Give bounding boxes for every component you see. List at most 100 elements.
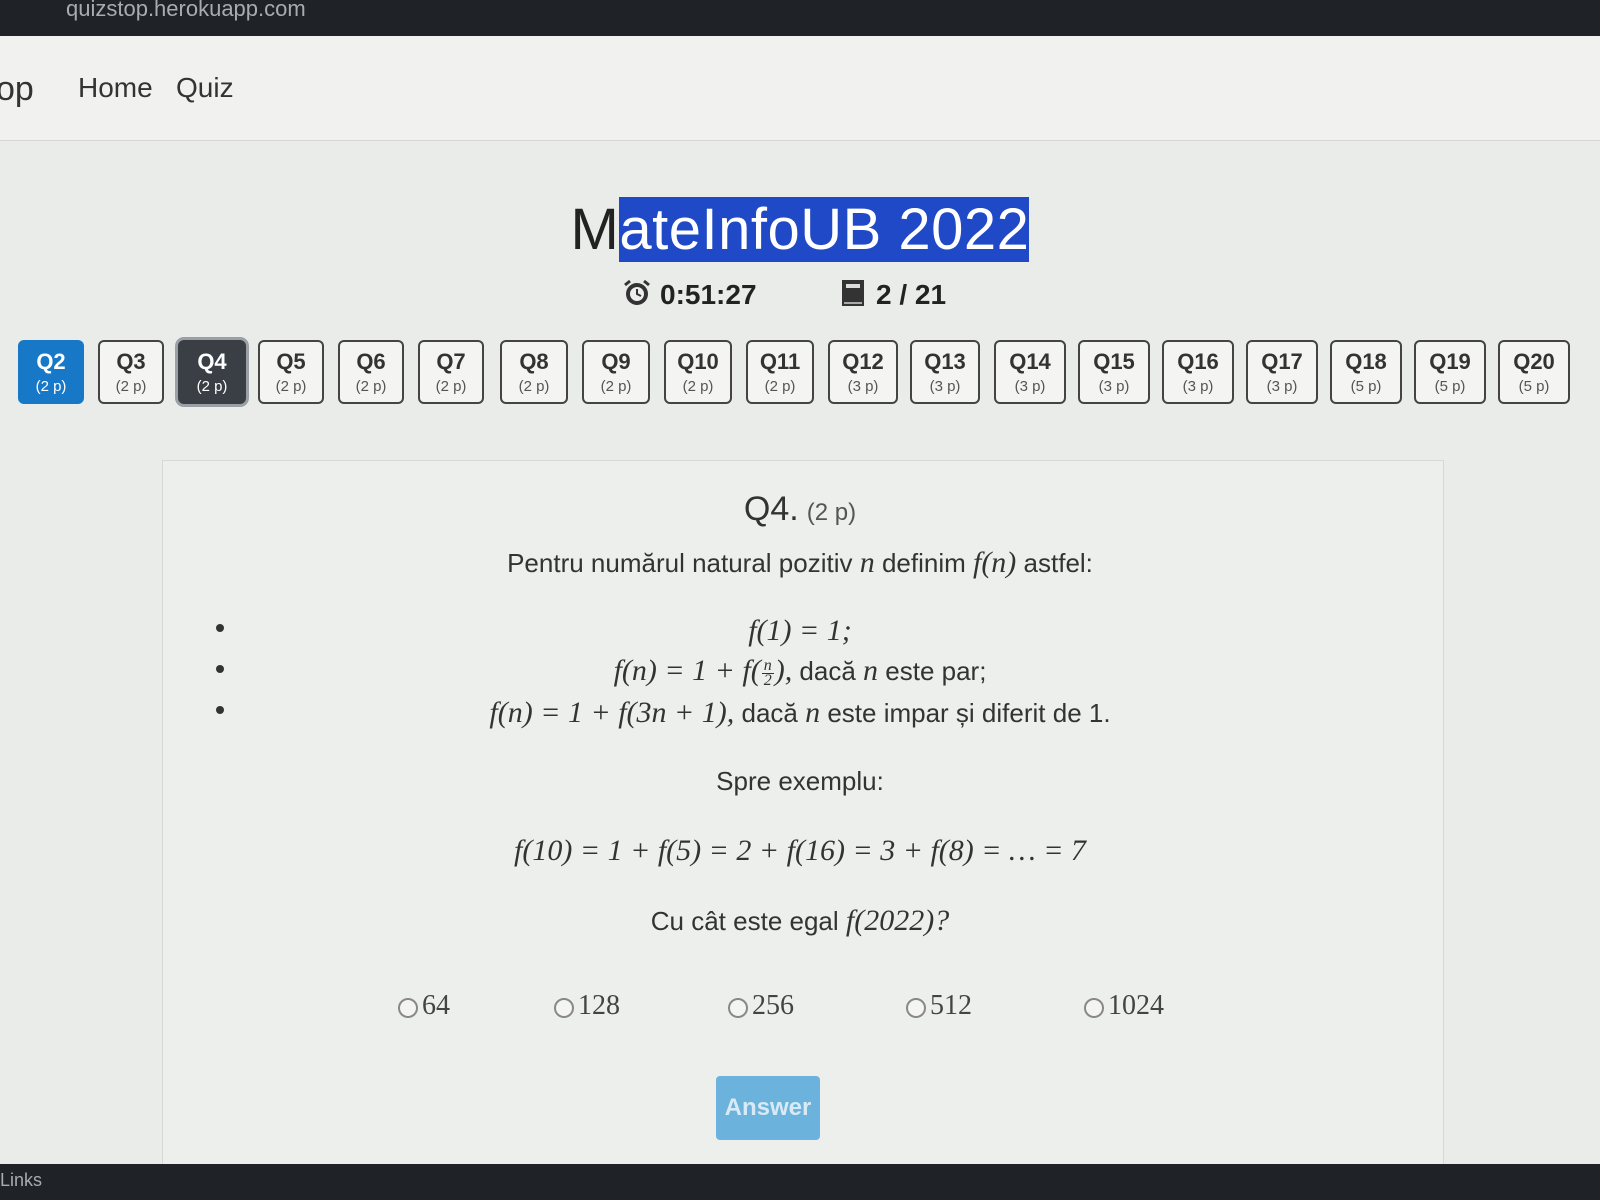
question-button-points: (3 p) <box>1182 378 1214 395</box>
question-button-q5[interactable]: Q5 (2 p) <box>258 340 324 404</box>
question-button-points: (3 p) <box>1266 378 1298 395</box>
radio-button[interactable] <box>906 997 926 1018</box>
question-button-points: (5 p) <box>1350 378 1382 395</box>
option-label: 1024 <box>1108 990 1164 1021</box>
option-128[interactable]: 128 <box>554 990 620 1022</box>
question-number: Q4. <box>743 490 799 528</box>
question-button-label: Q11 <box>759 349 801 374</box>
nav-quiz-link[interactable]: Quiz <box>176 72 234 104</box>
question-button-label: Q16 <box>1177 349 1219 374</box>
option-256[interactable]: 256 <box>728 990 794 1022</box>
intro-text-c: astfel: <box>1016 548 1093 578</box>
question-button-points: (2 p) <box>764 378 796 395</box>
question-button-q16[interactable]: Q16 (3 p) <box>1162 340 1234 404</box>
radio-button[interactable] <box>1084 997 1104 1018</box>
alarm-clock-icon <box>624 279 650 305</box>
question-button-q18[interactable]: Q18 (5 p) <box>1330 340 1402 404</box>
rule-1: f(1) = 1; <box>0 614 1600 648</box>
radio-button[interactable] <box>554 997 574 1018</box>
question-button-points: (3 p) <box>1098 378 1130 395</box>
browser-bar: quizstop.herokuapp.com <box>0 0 1600 36</box>
radio-button[interactable] <box>728 997 748 1018</box>
question-button-q9[interactable]: Q9 (2 p) <box>582 340 650 404</box>
option-1024[interactable]: 1024 <box>1084 990 1164 1022</box>
question-button-label: Q6 <box>356 349 386 374</box>
question-button-points: (3 p) <box>1014 378 1046 395</box>
rule-3-text-b: dacă <box>734 698 806 728</box>
question-button-q17[interactable]: Q17 (3 p) <box>1246 340 1318 404</box>
question-button-label: Q4 <box>197 349 227 374</box>
question-button-points: (2 p) <box>600 378 632 395</box>
question-button-label: Q9 <box>601 349 631 374</box>
question-header: Q4. (2 p) <box>0 490 1600 529</box>
rule-3-text-c: este impar și diferit de 1. <box>820 698 1111 728</box>
question-button-points: (3 p) <box>847 378 879 395</box>
navbar: op Home Quiz <box>0 36 1600 141</box>
intro-math-n: n <box>859 546 875 579</box>
intro-text-a: Pentru numărul natural pozitiv <box>507 548 860 578</box>
question-button-q10[interactable]: Q10 (2 p) <box>664 340 732 404</box>
option-label: 64 <box>422 990 450 1021</box>
question-button-points: (2 p) <box>35 378 67 395</box>
question-button-points: (2 p) <box>115 378 147 395</box>
rule-1-math: f(1) = 1; <box>748 614 852 647</box>
question-button-points: (5 p) <box>1434 378 1466 395</box>
question-ask: Cu cât este egal f(2022)? <box>0 904 1600 938</box>
progress-counter: 2 / 21 <box>838 278 946 311</box>
taskbar: Links <box>0 1164 1600 1200</box>
option-64[interactable]: 64 <box>398 990 450 1022</box>
question-button-q6[interactable]: Q6 (2 p) <box>338 340 404 404</box>
example-equation: f(10) = 1 + f(5) = 2 + f(16) = 3 + f(8) … <box>0 834 1600 868</box>
rule-3-math: f(n) = 1 + f(3n + 1), <box>489 696 735 729</box>
question-button-points: (3 p) <box>929 378 961 395</box>
question-button-label: Q18 <box>1345 349 1387 374</box>
question-navigation: Q2 (2 p) Q3 (2 p) Q4 (2 p) Q5 (2 p) Q6 (2 p) Q7 (2 … <box>0 340 1600 420</box>
rule-2-text-d: este par; <box>878 656 987 686</box>
notebook-icon <box>842 280 864 306</box>
rule-3: f(n) = 1 + f(3n + 1), dacă n este impar … <box>0 696 1600 730</box>
option-label: 256 <box>752 990 794 1021</box>
quiz-title-prefix: M <box>570 197 620 262</box>
question-button-label: Q12 <box>842 349 884 374</box>
intro-math-f: f(n) <box>972 546 1017 579</box>
option-label: 128 <box>578 990 620 1021</box>
question-button-q15[interactable]: Q15 (3 p) <box>1078 340 1150 404</box>
question-button-q11[interactable]: Q11 (2 p) <box>746 340 814 404</box>
question-button-label: Q7 <box>436 349 466 374</box>
question-button-label: Q14 <box>1009 349 1051 374</box>
question-button-q13[interactable]: Q13 (3 p) <box>910 340 980 404</box>
question-button-label: Q5 <box>276 349 306 374</box>
rule-2-math-n: n <box>863 654 879 687</box>
question-button-q14[interactable]: Q14 (3 p) <box>994 340 1066 404</box>
question-button-q4[interactable]: Q4 (2 p) <box>178 340 246 404</box>
question-button-label: Q20 <box>1513 349 1555 374</box>
url-text[interactable]: quizstop.herokuapp.com <box>66 0 306 22</box>
example-math: f(10) = 1 + f(5) = 2 + f(16) = 3 + f(8) … <box>514 834 1086 867</box>
question-button-q12[interactable]: Q12 (3 p) <box>828 340 898 404</box>
nav-home-link[interactable]: Home <box>78 72 153 104</box>
question-button-label: Q19 <box>1429 349 1471 374</box>
question-button-points: (2 p) <box>435 378 467 395</box>
radio-button[interactable] <box>398 997 418 1018</box>
question-button-q19[interactable]: Q19 (5 p) <box>1414 340 1486 404</box>
question-button-label: Q3 <box>116 349 146 374</box>
rule-2-fraction: n2 <box>761 657 774 689</box>
question-button-points: (2 p) <box>518 378 550 395</box>
question-button-q20[interactable]: Q20 (5 p) <box>1498 340 1570 404</box>
question-button-label: Q15 <box>1093 349 1135 374</box>
answer-button[interactable]: Answer <box>716 1076 820 1140</box>
brand-logo[interactable]: op <box>0 70 34 109</box>
question-button-q2[interactable]: Q2 (2 p) <box>18 340 84 404</box>
rule-2-text-c: dacă <box>792 656 864 686</box>
question-button-label: Q17 <box>1261 349 1303 374</box>
question-points: (2 p) <box>806 499 857 526</box>
intro-text-b: definim <box>874 548 973 578</box>
rule-3-math-n: n <box>805 696 821 729</box>
question-button-q7[interactable]: Q7 (2 p) <box>418 340 484 404</box>
question-button-q3[interactable]: Q3 (2 p) <box>98 340 164 404</box>
timer-value: 0:51:27 <box>660 279 757 310</box>
fraction-denominator: 2 <box>763 671 772 689</box>
question-button-q8[interactable]: Q8 (2 p) <box>500 340 568 404</box>
taskbar-links-label[interactable]: Links <box>0 1170 42 1191</box>
option-512[interactable]: 512 <box>906 990 972 1022</box>
